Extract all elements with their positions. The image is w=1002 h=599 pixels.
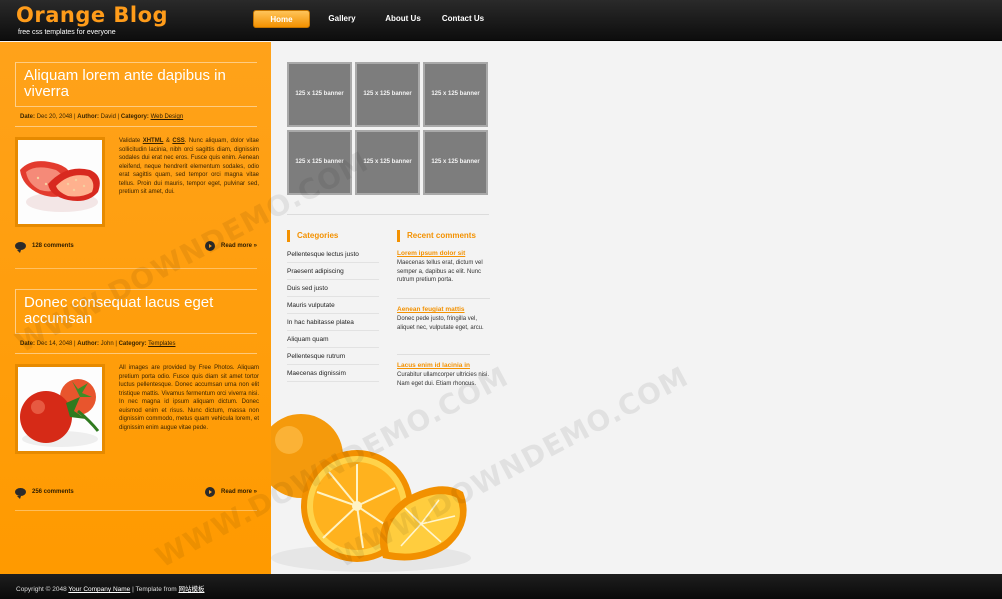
post-category-link[interactable]: Templates [148, 341, 175, 347]
posts-column: Aliquam lorem ante dapibus in viverra Da… [0, 42, 271, 574]
blog-post: Donec consequat lacus eget accumsan Date… [15, 289, 259, 499]
site-footer: Copyright © 2048 Your Company Name | Tem… [0, 574, 1002, 599]
post-author: David [100, 114, 116, 120]
category-item[interactable]: Aliquam quam [287, 331, 379, 348]
author-label: Author: [77, 341, 99, 347]
category-item[interactable]: Maecenas dignissim [287, 365, 379, 382]
post-body: Validate XHTML & CSS. Nunc aliquam, dolo… [15, 137, 259, 227]
recent-comment-title[interactable]: Aenean feugiat mattis [397, 306, 490, 313]
xhtml-link[interactable]: XHTML [143, 138, 164, 144]
post-title[interactable]: Aliquam lorem ante dapibus in viverra [15, 62, 257, 107]
ad-banner[interactable]: 125 x 125 banner [355, 130, 420, 195]
categories-heading: Categories [287, 230, 338, 242]
category-label: Category: [118, 341, 147, 347]
ad-banner[interactable]: 125 x 125 banner [355, 62, 420, 127]
comments-link[interactable]: 256 comments [15, 488, 74, 499]
ad-banner[interactable]: 125 x 125 banner [287, 62, 352, 127]
comment-bubble-icon [15, 242, 26, 253]
blog-post: Aliquam lorem ante dapibus in viverra Da… [15, 62, 259, 253]
recent-comment-title[interactable]: Lacus enim id lacinia in [397, 362, 490, 369]
company-link[interactable]: Your Company Name [68, 586, 130, 593]
post-category-link[interactable]: Web Design [151, 114, 184, 120]
post-footer: 128 comments Read more » [15, 241, 257, 256]
post-excerpt: Validate XHTML & CSS. Nunc aliquam, dolo… [119, 138, 259, 195]
author-label: Author: [77, 114, 99, 120]
nav-about-us[interactable]: About Us [378, 10, 428, 28]
post-date: Dec 14, 2048 [36, 341, 73, 347]
ad-banner[interactable]: 125 x 125 banner [287, 130, 352, 195]
read-more-label: Read more » [220, 243, 257, 249]
ad-banner[interactable]: 125 x 125 banner [423, 130, 488, 195]
template-source-link[interactable]: 网站模板 [178, 586, 204, 593]
post-excerpt: All images are provided by Free Photos. … [119, 365, 259, 431]
comment-divider [397, 354, 490, 355]
nav-gallery[interactable]: Gallery [320, 10, 364, 28]
post-title[interactable]: Donec consequat lacus eget accumsan [15, 289, 257, 334]
strawberry-image [15, 137, 105, 227]
comment-bubble-icon [15, 488, 26, 499]
nav-home[interactable]: Home [253, 10, 310, 28]
recent-comment-text: Maecenas tellus erat, dictum vel semper … [397, 260, 483, 283]
recent-comment-title[interactable]: Lorem ipsum dolor sit [397, 250, 490, 257]
arrow-right-icon [204, 487, 215, 497]
comment-divider [397, 298, 490, 299]
nav-contact-us[interactable]: Contact Us [439, 10, 487, 28]
tomato-image [15, 364, 105, 454]
recent-comments-heading: Recent comments [397, 230, 476, 242]
post-divider [15, 268, 257, 269]
categories-list: Pellentesque lectus justo Praesent adipi… [287, 246, 379, 382]
read-more-link[interactable]: Read more » [204, 241, 257, 251]
category-item[interactable]: In hac habitasse platea [287, 314, 379, 331]
category-item[interactable]: Duis sed justo [287, 280, 379, 297]
recent-comment-text: Donec pede justo, fringilla vel, aliquet… [397, 316, 484, 331]
post-footer: 256 comments Read more » [15, 487, 257, 502]
post-meta: Date: Dec 20, 2048 | Author: David | Cat… [15, 107, 257, 127]
arrow-right-icon [204, 241, 215, 251]
category-item[interactable]: Pellentesque lectus justo [287, 246, 379, 263]
comments-count: 128 comments [32, 243, 74, 249]
site-slogan: free css templates for everyone [18, 29, 116, 36]
comments-count: 256 comments [32, 489, 74, 495]
post-date: Dec 20, 2048 [36, 114, 73, 120]
ad-banner[interactable]: 125 x 125 banner [423, 62, 488, 127]
date-label: Date: [20, 114, 36, 120]
post-divider [15, 510, 257, 511]
recent-comment: Aenean feugiat mattis Donec pede justo, … [397, 306, 490, 332]
recent-comment: Lorem ipsum dolor sit Maecenas tellus er… [397, 250, 490, 285]
section-divider [287, 214, 489, 215]
post-body: All images are provided by Free Photos. … [15, 364, 259, 454]
read-more-label: Read more » [220, 489, 257, 495]
category-item[interactable]: Mauris vulputate [287, 297, 379, 314]
oranges-illustration [271, 414, 471, 572]
category-item[interactable]: Pellentesque rutrum [287, 348, 379, 365]
copyright-text: Copyright © 2048 Your Company Name | Tem… [16, 586, 205, 593]
category-label: Category: [120, 114, 149, 120]
date-label: Date: [20, 341, 36, 347]
sidebar-area: 125 x 125 banner 125 x 125 banner 125 x … [271, 42, 1002, 574]
site-header: Orange Blog free css templates for every… [0, 0, 1002, 41]
post-author: John [100, 341, 114, 347]
category-item[interactable]: Praesent adipiscing [287, 263, 379, 280]
post-meta: Date: Dec 14, 2048 | Author: John | Cate… [15, 334, 257, 354]
comments-link[interactable]: 128 comments [15, 242, 74, 253]
site-logo[interactable]: Orange Blog [16, 3, 168, 27]
css-link[interactable]: CSS [172, 138, 184, 144]
read-more-link[interactable]: Read more » [204, 487, 257, 497]
